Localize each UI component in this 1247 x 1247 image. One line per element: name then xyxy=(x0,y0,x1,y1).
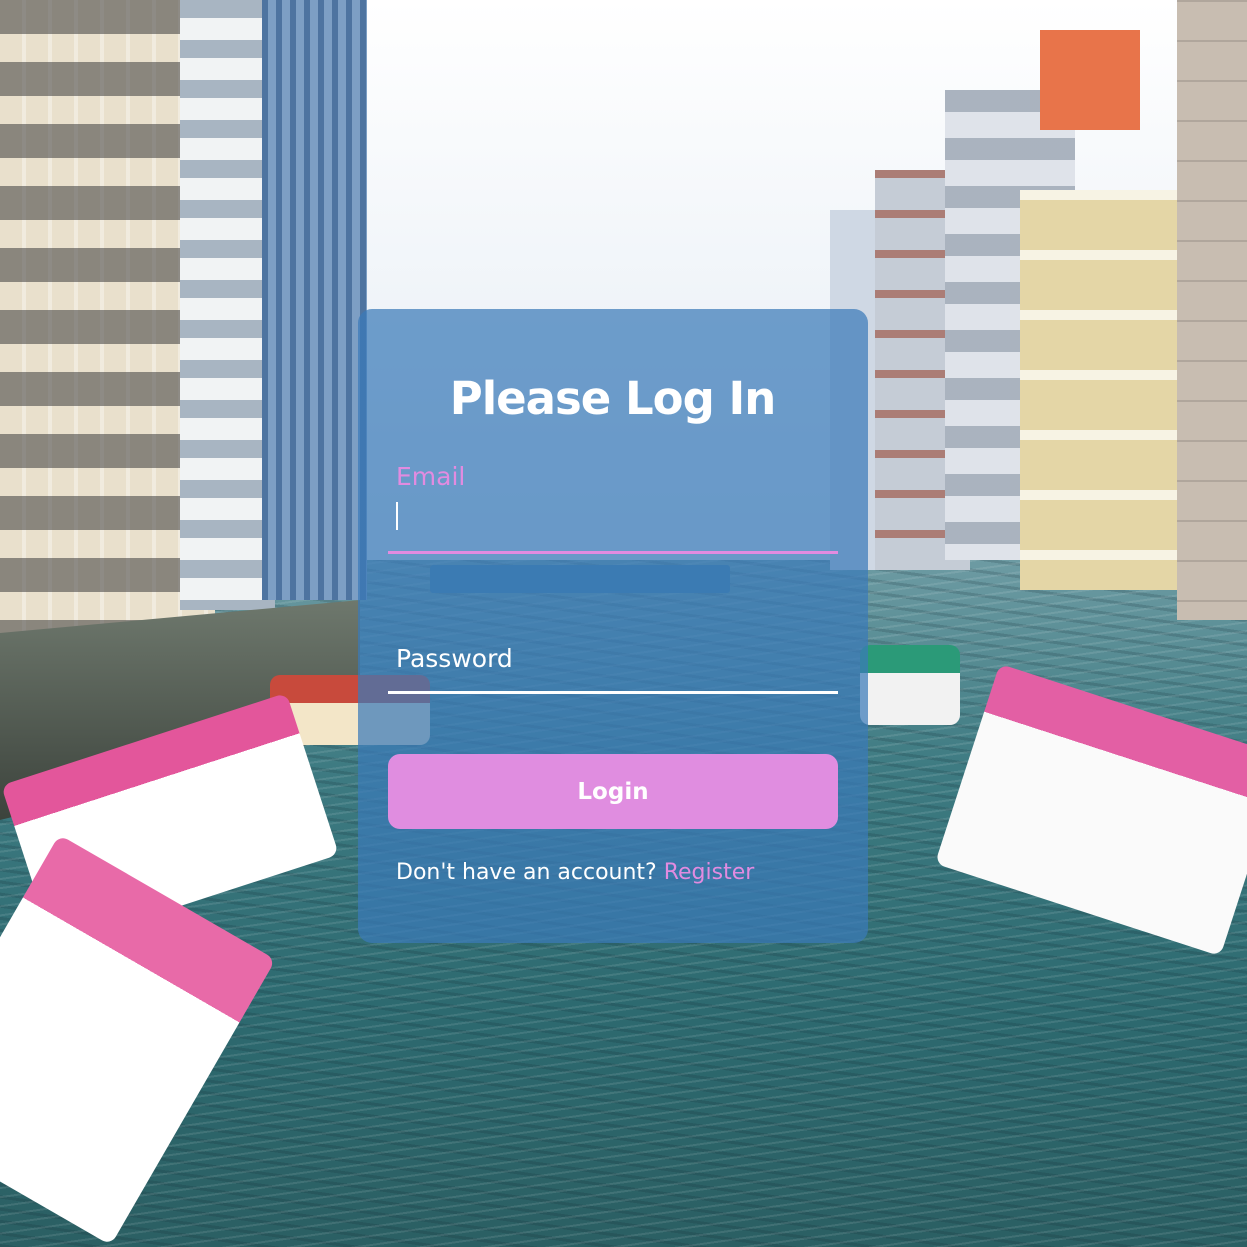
login-button[interactable]: Login xyxy=(388,754,838,829)
register-link[interactable]: Register xyxy=(664,860,755,885)
background-boat xyxy=(860,645,960,725)
background-building xyxy=(262,0,367,600)
login-page: Please Log In Email Password Login Don't… xyxy=(0,0,1247,1247)
password-field[interactable]: Password xyxy=(388,640,838,694)
register-prompt-row: Don't have an account? Register xyxy=(396,860,754,885)
background-building xyxy=(180,0,275,610)
password-underline xyxy=(388,691,838,694)
email-label: Email xyxy=(396,462,466,491)
email-input[interactable] xyxy=(388,504,838,544)
login-title: Please Log In xyxy=(449,372,777,425)
email-underline xyxy=(388,551,838,554)
background-building xyxy=(1177,0,1247,620)
background-building xyxy=(1040,30,1140,130)
email-field[interactable]: Email xyxy=(388,460,838,554)
register-prompt-text: Don't have an account? xyxy=(396,860,664,885)
text-caret xyxy=(396,502,398,530)
password-input[interactable] xyxy=(388,640,838,690)
